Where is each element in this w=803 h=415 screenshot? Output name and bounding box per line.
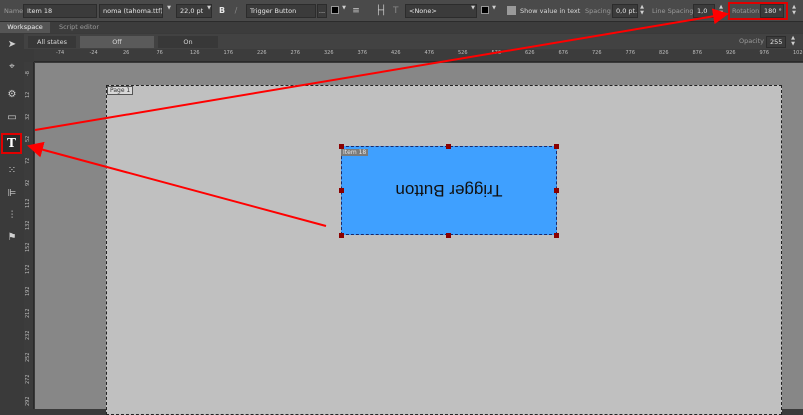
annotation-arrow-text-tool: [27, 141, 327, 227]
annotation-overlay: [27, 8, 729, 227]
annotation-arrow-rotation: [34, 8, 729, 131]
